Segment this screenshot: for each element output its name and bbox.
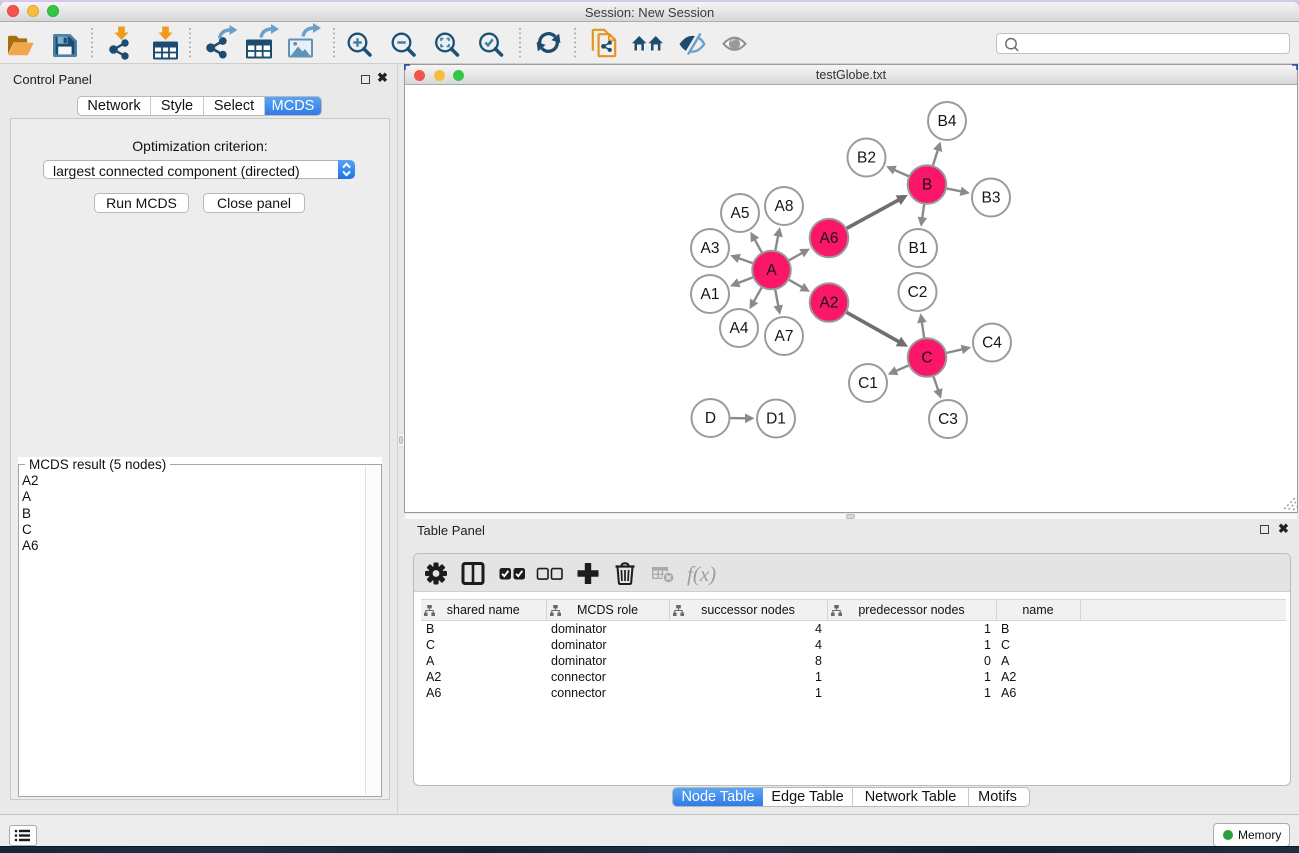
svg-text:A1: A1 bbox=[701, 286, 720, 303]
svg-text:D1: D1 bbox=[766, 410, 786, 427]
svg-text:A3: A3 bbox=[701, 240, 720, 257]
svg-text:B1: B1 bbox=[909, 240, 928, 257]
svg-text:C1: C1 bbox=[858, 375, 878, 392]
svg-text:D: D bbox=[705, 410, 716, 427]
svg-text:A: A bbox=[766, 262, 777, 279]
svg-text:C2: C2 bbox=[908, 284, 928, 301]
svg-text:f(x): f(x) bbox=[687, 562, 716, 586]
svg-text:B4: B4 bbox=[938, 113, 957, 130]
svg-text:A6: A6 bbox=[820, 230, 839, 247]
svg-text:A7: A7 bbox=[775, 328, 794, 345]
svg-text:C4: C4 bbox=[982, 334, 1002, 351]
svg-text:A5: A5 bbox=[731, 205, 750, 222]
svg-text:A4: A4 bbox=[730, 320, 749, 337]
svg-text:B: B bbox=[922, 176, 932, 193]
svg-text:A8: A8 bbox=[775, 198, 794, 215]
svg-text:A2: A2 bbox=[820, 294, 839, 311]
svg-text:C3: C3 bbox=[938, 411, 958, 428]
svg-text:B3: B3 bbox=[982, 189, 1001, 206]
svg-text:C: C bbox=[921, 349, 932, 366]
svg-text:B2: B2 bbox=[857, 149, 876, 166]
